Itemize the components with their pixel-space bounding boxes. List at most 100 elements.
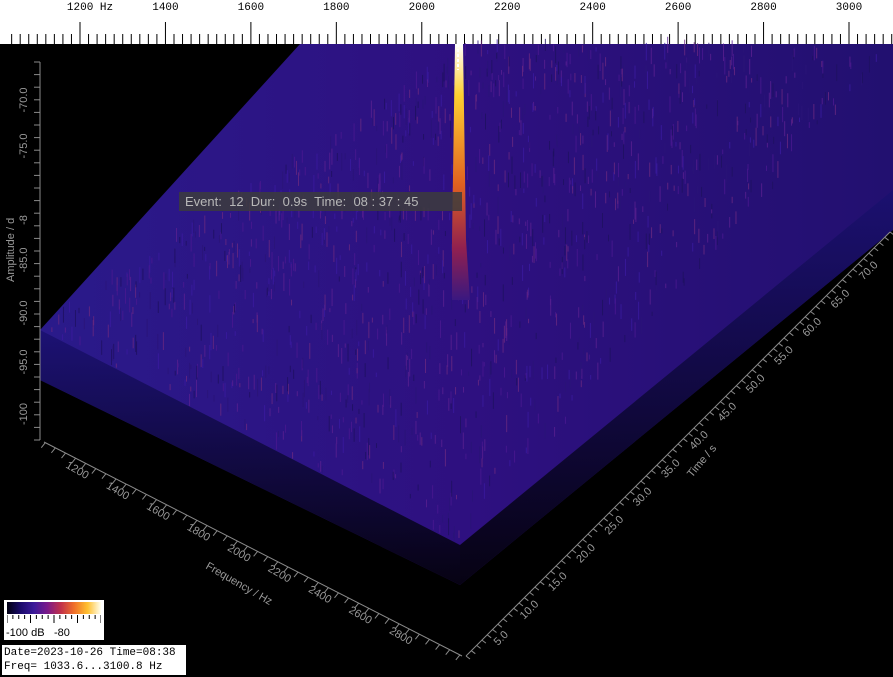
time-tick [497, 623, 503, 628]
time-tick [831, 289, 837, 294]
frequency-tick-label: 1200 [64, 459, 91, 482]
frequency-tick [455, 654, 461, 661]
time-tick [767, 353, 773, 358]
time-tick [608, 512, 614, 517]
time-tick [773, 348, 778, 353]
time-tick [762, 358, 768, 363]
frequency-tick [51, 447, 56, 454]
colorbar-gradient [7, 602, 101, 614]
frequency-tick [263, 556, 269, 562]
time-tick [672, 448, 678, 453]
time-tick [587, 533, 593, 538]
time-tick [730, 390, 736, 395]
time-tick [836, 284, 842, 289]
time-tick [863, 258, 868, 262]
time-tick [704, 417, 709, 421]
time-tick [582, 539, 587, 543]
time-tick [561, 560, 566, 564]
time-tick [534, 586, 540, 591]
time-tick [804, 316, 810, 321]
frequency-tick [40, 442, 46, 448]
frequency-tick-label: 2600 [347, 604, 374, 627]
time-tick [735, 385, 741, 390]
colorbar-min-label: -100 dB [6, 627, 45, 639]
amplitude-tick-label: -85.0 [18, 247, 30, 272]
time-tick [545, 576, 550, 580]
time-tick [481, 639, 487, 644]
colorbar-ticks [7, 615, 101, 623]
time-tick-label: 70.0 [857, 259, 881, 283]
info-date-line: Date=2023-10-26 Time=08:38 [4, 647, 176, 659]
frequency-tick [414, 633, 420, 640]
amplitude-tick-label: -90.0 [18, 300, 30, 325]
event-number: 12 [229, 194, 244, 209]
time-tick [820, 300, 826, 305]
time-tick [576, 544, 582, 549]
time-tick [667, 454, 672, 459]
info-freq-line: Freq= 1033.6...3100.8 Hz [4, 661, 163, 673]
time-tick [751, 369, 757, 374]
frequency-tick [425, 639, 430, 645]
time-value: 08 : 37 : 45 [353, 194, 419, 209]
time-tick [879, 242, 884, 247]
time-tick [656, 464, 662, 469]
time-tick [645, 475, 651, 480]
frequency-tick [182, 514, 188, 521]
time-tick [693, 427, 699, 432]
time-tick [714, 406, 720, 411]
time-tick [486, 634, 492, 639]
frequency-tick [101, 473, 107, 480]
duration-value: 0.9s [282, 194, 308, 209]
time-tick-label: 25.0 [603, 514, 627, 538]
time-tick [640, 480, 646, 485]
frequency-axis-label: Frequency / Hz [204, 560, 275, 608]
frequency-tick [435, 644, 440, 650]
time-tick [794, 326, 799, 331]
time-tick [502, 618, 508, 623]
time-tick [857, 263, 863, 268]
time-tick [783, 337, 789, 342]
frequency-tick [303, 576, 309, 583]
time-tick [555, 565, 561, 570]
frequency-tick [253, 551, 259, 557]
frequency-tick-label: 2400 [306, 584, 333, 607]
frequency-tick [334, 592, 339, 599]
amplitude-axis-label: Amplitude / d [5, 218, 17, 282]
frequency-tick [172, 509, 178, 516]
time-tick [868, 252, 874, 257]
time-tick [614, 507, 619, 512]
time-tick [778, 342, 784, 347]
time-tick [571, 549, 577, 554]
amplitude-tick-label: -75.0 [18, 133, 30, 158]
time-tick [852, 268, 858, 273]
time-tick [603, 517, 609, 522]
frequency-tick [374, 613, 380, 619]
time-tick [661, 459, 667, 464]
frequency-tick [222, 535, 228, 542]
frequency-tick [91, 468, 97, 474]
frequency-tick-label: 1400 [104, 480, 131, 503]
time-tick [788, 332, 794, 337]
time-tick [523, 597, 529, 602]
time-tick [746, 374, 752, 379]
frequency-tick [384, 618, 390, 624]
time-tick [492, 629, 497, 633]
time-tick [725, 395, 731, 400]
time-tick [884, 236, 890, 241]
time-tick [677, 443, 683, 448]
time-tick [847, 273, 852, 278]
time-tick [799, 321, 805, 326]
time-tick [592, 528, 598, 533]
amplitude-tick-label: -100 [18, 403, 30, 425]
time-tick [470, 650, 476, 655]
amplitude-axis: -70.0 -75.0 -8 -85.0 -90.0 -95.0 -100 [18, 61, 41, 441]
time-tick [757, 364, 762, 368]
duration-label: Dur: [250, 194, 276, 209]
time-tick [841, 279, 847, 284]
event-banner: Event: 12 Dur: 0.9s Time: 08 : 37 : 45 [179, 192, 462, 211]
frequency-tick [212, 530, 218, 536]
amplitude-tick-label: -8 [18, 215, 30, 225]
frequency-tick-label: 2800 [387, 625, 414, 648]
time-tick-label: 45.0 [716, 400, 740, 424]
time-tick [619, 501, 625, 506]
